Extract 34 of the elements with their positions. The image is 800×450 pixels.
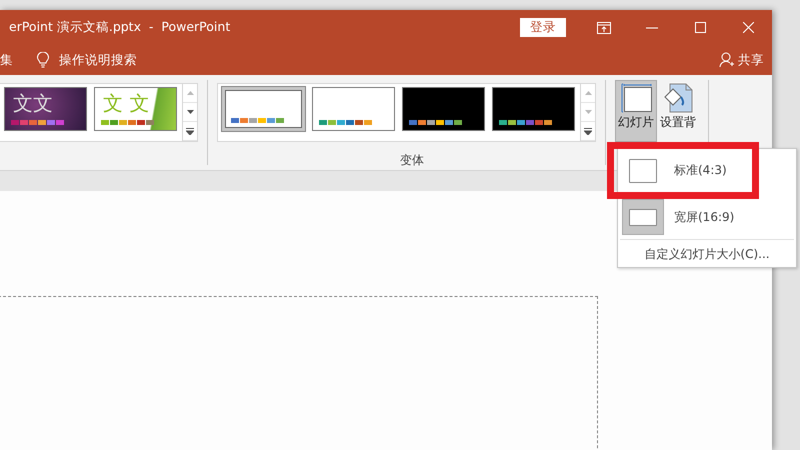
close-icon xyxy=(742,22,754,33)
variant-thumbnail[interactable] xyxy=(402,87,485,131)
up-arrow-icon xyxy=(584,91,592,95)
custom-size-menu-item[interactable]: 自定义幻灯片大小(C)... xyxy=(644,246,770,263)
lightbulb-icon xyxy=(37,52,49,68)
thumbnail-text: 文 文 xyxy=(103,90,150,117)
down-arrow-icon xyxy=(186,110,194,114)
variant-thumbnail[interactable] xyxy=(222,87,305,131)
menu-item[interactable]: 宽屏(16:9) xyxy=(619,199,742,235)
menu-item[interactable]: 标准(4:3) xyxy=(619,151,735,190)
login-button[interactable]: 登录 xyxy=(520,18,566,37)
more-arrow-icon xyxy=(186,128,194,134)
ribbon-display-icon xyxy=(597,22,611,34)
maximize-icon xyxy=(694,22,706,33)
variant-thumbnail[interactable] xyxy=(312,87,395,131)
menu-item-label: 宽屏(16:9) xyxy=(674,208,734,226)
format-background-button[interactable]: 设置背 xyxy=(657,80,699,142)
tell-me-search[interactable]: 操作说明搜索 xyxy=(37,52,137,68)
ribbon-tab[interactable]: 集 xyxy=(0,52,13,68)
format-background-icon xyxy=(662,83,694,113)
down-arrow-icon xyxy=(584,110,592,114)
person-add-icon xyxy=(719,52,735,68)
share-button[interactable]: 共享 xyxy=(715,52,768,68)
slide-size-button[interactable]: 幻灯片 xyxy=(615,80,657,142)
up-arrow-icon xyxy=(186,91,194,95)
group-label: 变体 xyxy=(400,152,424,169)
minimize-icon xyxy=(646,26,658,28)
theme-thumbnail[interactable]: 文文 xyxy=(4,87,87,131)
window-title: erPoint 演示文稿.pptx - PowerPoint xyxy=(9,19,230,36)
variant-thumbnail[interactable] xyxy=(492,87,575,131)
thumbnail-text: 文文 xyxy=(13,90,53,117)
menu-item-label: 标准(4:3) xyxy=(674,162,727,179)
slide-size-icon xyxy=(620,83,652,113)
more-arrow-icon xyxy=(584,128,592,134)
